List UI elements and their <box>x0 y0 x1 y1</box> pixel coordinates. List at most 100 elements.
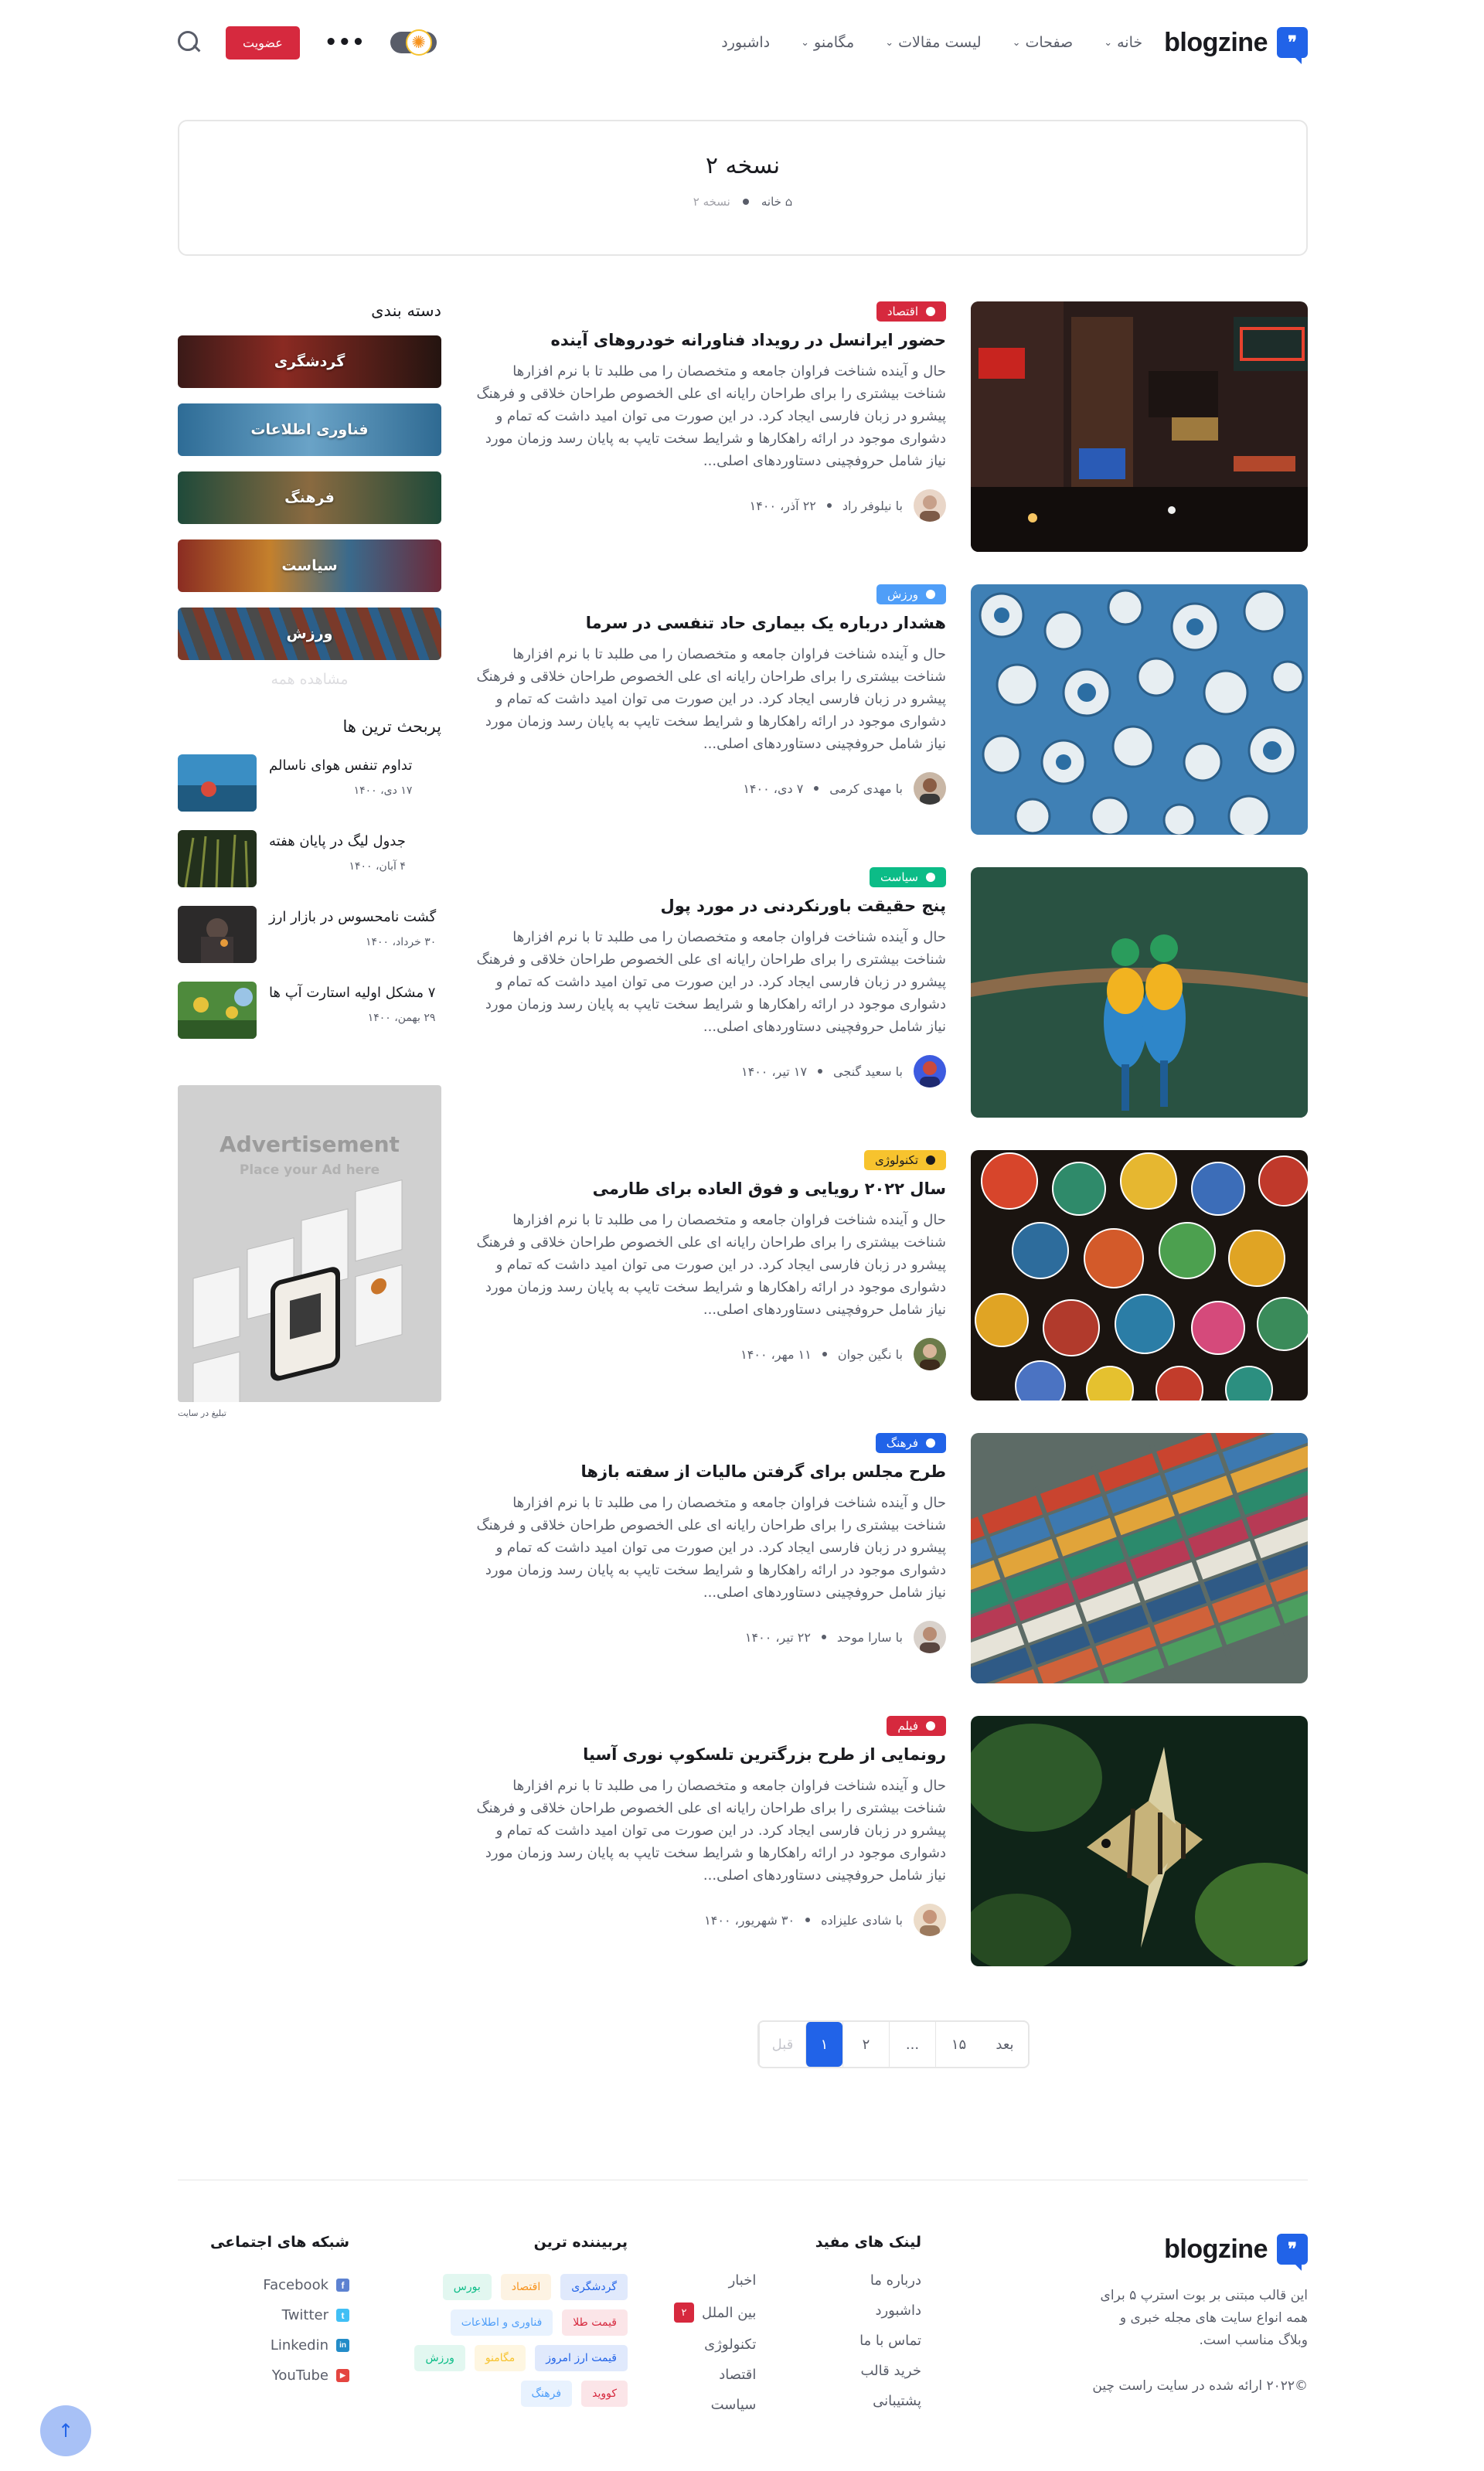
post-title[interactable]: سال ۲۰۲۲ رویایی و فوق العاده برای طارمی <box>473 1179 946 1198</box>
post-author[interactable]: با نگین جوان <box>838 1347 903 1362</box>
trending-item[interactable]: گشت نامحسوس در بازار ارز ۳۰ خرداد، ۱۴۰۰ <box>178 906 441 963</box>
footer-link[interactable]: خرید قالب <box>859 2363 922 2379</box>
footer-link[interactable]: داشبورد <box>859 2303 921 2319</box>
category-badge[interactable]: سیاست <box>870 867 946 887</box>
post-card[interactable]: اقتصاد حضور ایرانسل در رویداد فناورانه خ… <box>473 301 1308 552</box>
pagination-page-2[interactable]: ۲ <box>842 2022 889 2067</box>
tag-chip[interactable]: ورزش <box>414 2345 465 2371</box>
tag-chip[interactable]: قیمت طلا <box>562 2309 628 2336</box>
ad-caption[interactable]: تبلیغ در سایت <box>178 1408 441 1418</box>
category-badge[interactable]: اقتصاد <box>876 301 946 322</box>
avatar[interactable] <box>914 1621 946 1653</box>
back-to-top-button[interactable]: ↑ <box>40 2405 91 2456</box>
post-card[interactable]: تکنولوژی سال ۲۰۲۲ رویایی و فوق العاده بر… <box>473 1150 1308 1401</box>
tag-chip[interactable]: گردشگری <box>560 2274 628 2300</box>
category-tile-culture[interactable]: فرهنگ <box>178 471 441 524</box>
footer-link[interactable]: درباره ما <box>859 2272 921 2289</box>
social-link-facebook[interactable]: f Facebook <box>179 2277 349 2293</box>
post-card[interactable]: ورزش هشدار درباره یک بیماری حاد تنفسی در… <box>473 584 1308 835</box>
footer-link[interactable]: پشتیبانی <box>859 2393 921 2409</box>
tag-chip[interactable]: فرهنگ <box>520 2381 573 2407</box>
post-image-angelfish[interactable] <box>971 1716 1308 1966</box>
social-link-linkedin[interactable]: in Linkedin <box>179 2337 349 2354</box>
footer-link[interactable]: اقتصاد <box>674 2367 756 2383</box>
post-author[interactable]: با نیلوفر راد <box>842 499 903 513</box>
post-title[interactable]: رونمایی از طرح بزرگترین تلسکوپ نوری آسیا <box>473 1745 946 1764</box>
post-author[interactable]: با مهدی کرمی <box>829 781 903 796</box>
post-image-colorful-plates[interactable] <box>971 1150 1308 1401</box>
pagination-page-15[interactable]: ۱۵ <box>935 2022 982 2067</box>
dark-mode-toggle[interactable]: ✺ <box>390 29 437 56</box>
post-author[interactable]: با سعید گنجی <box>833 1064 903 1079</box>
trending-item[interactable]: تداوم تنفس هوای ناسالم ۱۷ دی، ۱۴۰۰ <box>178 754 441 812</box>
nav-item-post-list[interactable]: لیست مقالات ⌄ <box>885 34 981 51</box>
trending-item-title[interactable]: گشت نامحسوس در بازار ارز <box>269 909 436 925</box>
more-icon[interactable]: ••• <box>325 31 366 54</box>
trending-item-title[interactable]: جدول لیگ در پایان هفته <box>269 833 406 849</box>
trending-thumbnail[interactable] <box>178 754 257 812</box>
avatar[interactable] <box>914 772 946 805</box>
social-link-twitter[interactable]: t Twitter <box>179 2307 349 2323</box>
avatar[interactable] <box>914 489 946 522</box>
post-image-street-neon[interactable] <box>971 301 1308 552</box>
post-title[interactable]: حضور ایرانسل در رویداد فناورانه خودروهای… <box>473 331 946 349</box>
avatar[interactable] <box>914 1338 946 1370</box>
post-author[interactable]: با شادی علیزاده <box>821 1913 903 1928</box>
category-badge[interactable]: ورزش <box>876 584 946 604</box>
trending-item-title[interactable]: تداوم تنفس هوای ناسالم <box>269 757 412 774</box>
nav-item-pages[interactable]: صفحات ⌄ <box>1013 34 1074 51</box>
pagination-page-1[interactable]: ۱ <box>805 2022 842 2067</box>
trending-item[interactable]: ۷ مشکل اولیه استارت آپ ها ۲۹ بهمن، ۱۴۰۰ <box>178 982 441 1039</box>
post-title[interactable]: پنج حقیقت باورنکردنی در مورد پول <box>473 897 946 915</box>
category-badge[interactable]: فرهنگ <box>875 1433 946 1453</box>
trending-thumbnail[interactable] <box>178 906 257 963</box>
category-tile-tourism[interactable]: گردشگری <box>178 335 441 388</box>
post-card[interactable]: سیاست پنج حقیقت باورنکردنی در مورد پول ح… <box>473 867 1308 1118</box>
category-tile-it[interactable]: فناوری اطلاعات <box>178 403 441 456</box>
search-icon[interactable] <box>178 31 201 54</box>
footer-logo[interactable]: ❞ blogzine <box>1091 2234 1308 2271</box>
logo-text: blogzine <box>1164 2234 1268 2264</box>
footer-link[interactable]: سیاست <box>674 2397 757 2413</box>
trending-item-title[interactable]: ۷ مشکل اولیه استارت آپ ها <box>269 985 435 1001</box>
category-badge[interactable]: فیلم <box>887 1716 946 1736</box>
footer-link[interactable]: بین الملل ۲ <box>674 2303 756 2323</box>
footer-link[interactable]: تکنولوژی <box>674 2337 756 2353</box>
post-card[interactable]: فرهنگ طرح مجلس برای گرفتن مالیات از سفته… <box>473 1433 1308 1683</box>
trending-thumbnail[interactable] <box>178 830 257 887</box>
avatar[interactable] <box>914 1055 946 1087</box>
footer-link[interactable]: اخبار <box>674 2272 757 2289</box>
post-image-containers[interactable] <box>971 1433 1308 1683</box>
tag-chip[interactable]: بورس <box>442 2274 492 2300</box>
pagination-prev[interactable]: قبل <box>759 2022 805 2067</box>
footer-link[interactable]: تماس با ما <box>859 2333 921 2349</box>
pagination-next[interactable]: بعد <box>982 2022 1028 2067</box>
advertisement-banner[interactable]: Advertisement Place your Ad here <box>178 1085 441 1402</box>
trending-thumbnail[interactable] <box>178 982 257 1039</box>
join-button[interactable]: عضویت <box>226 26 300 60</box>
tag-chip[interactable]: اقتصاد <box>500 2274 552 2300</box>
category-tile-politics[interactable]: سیاست <box>178 539 441 592</box>
site-logo[interactable]: ❞ blogzine <box>1164 27 1308 64</box>
youtube-icon: ▶ <box>336 2369 349 2382</box>
post-author[interactable]: با سارا موحد <box>837 1630 903 1645</box>
breadcrumb-home[interactable]: ⌂ خانه <box>761 195 792 209</box>
avatar[interactable] <box>914 1904 946 1936</box>
nav-item-dashboard[interactable]: داشبورد <box>721 34 770 51</box>
category-badge[interactable]: تکنولوژی <box>863 1150 946 1170</box>
tag-chip[interactable]: قیمت ارز امروز <box>535 2345 628 2371</box>
tag-chip[interactable]: کووید <box>581 2381 628 2407</box>
category-tile-sport[interactable]: ورزش <box>178 608 441 660</box>
nav-item-megamenu[interactable]: مگامنو ⌄ <box>801 34 854 51</box>
post-image-plates-wall[interactable] <box>971 584 1308 835</box>
post-title[interactable]: طرح مجلس برای گرفتن مالیات از سفته بازها <box>473 1462 946 1481</box>
view-all-link[interactable]: مشاهده همه <box>178 671 441 688</box>
nav-item-home[interactable]: خانه ⌄ <box>1104 34 1142 51</box>
tag-chip[interactable]: فناوری و اطلاعات <box>450 2309 553 2336</box>
tag-chip[interactable]: مگامنو <box>474 2345 526 2371</box>
social-link-youtube[interactable]: ▶ YouTube <box>179 2367 349 2384</box>
post-card[interactable]: فیلم رونمایی از طرح بزرگترین تلسکوپ نوری… <box>473 1716 1308 1966</box>
trending-item[interactable]: جدول لیگ در پایان هفته ۴ آبان، ۱۴۰۰ <box>178 830 441 887</box>
post-image-parrots[interactable] <box>971 867 1308 1118</box>
post-title[interactable]: هشدار درباره یک بیماری حاد تنفسی در سرما <box>473 614 946 632</box>
